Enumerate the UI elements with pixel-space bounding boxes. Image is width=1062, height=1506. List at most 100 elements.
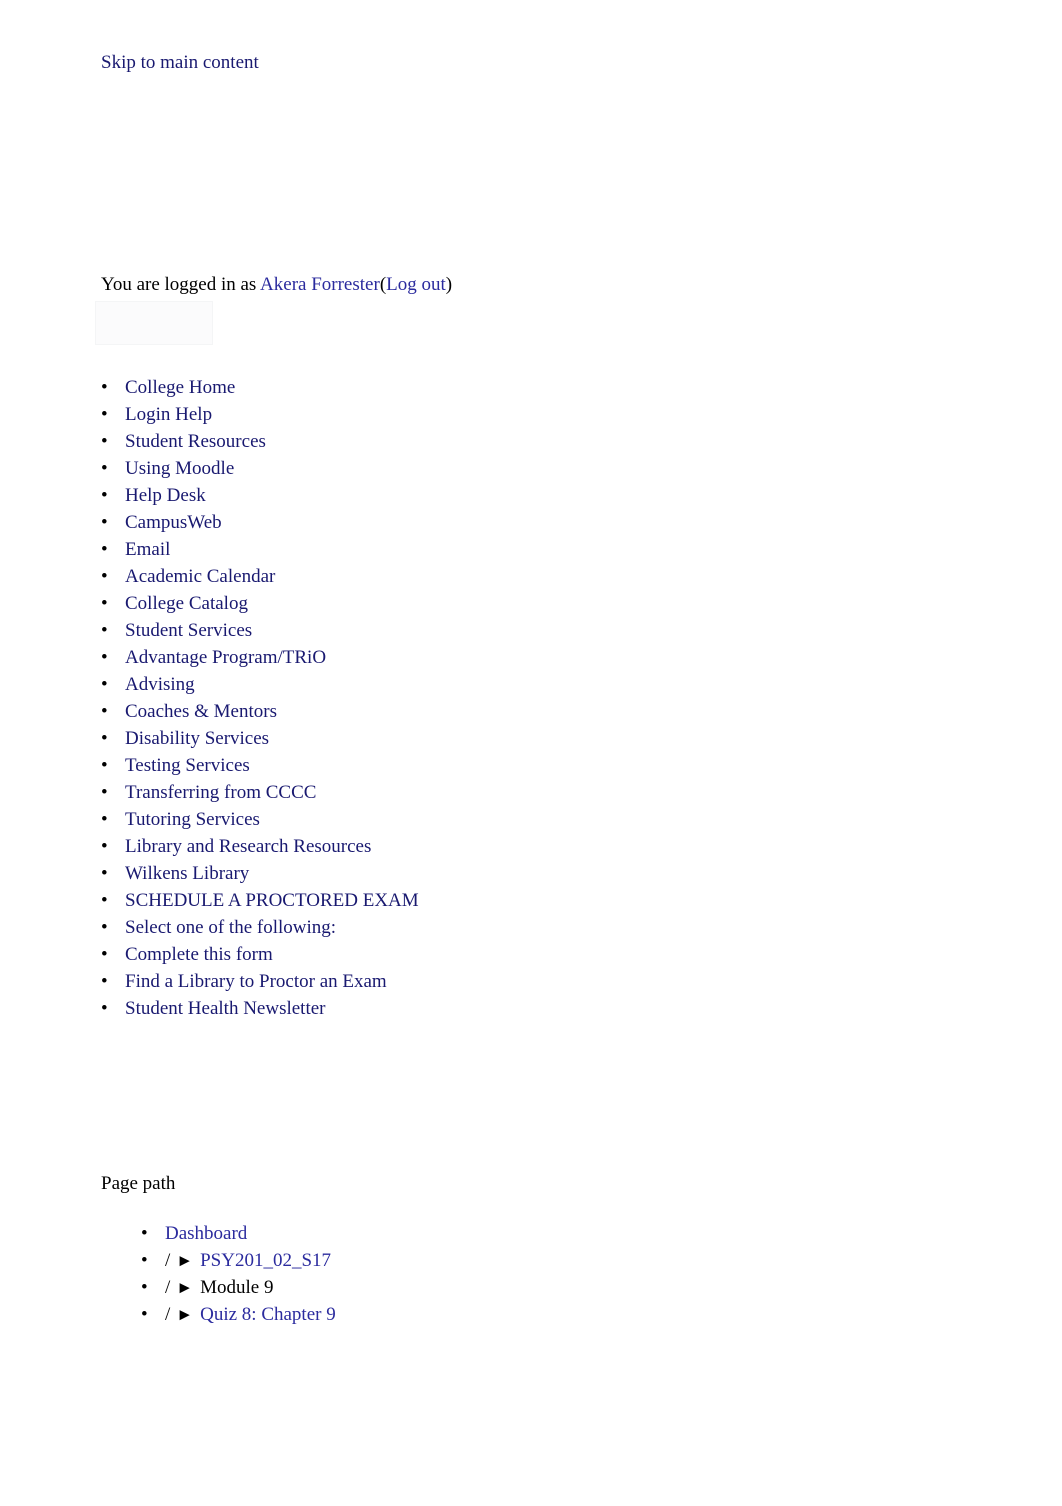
page-root: Skip to main content You are logged in a… bbox=[0, 0, 1062, 1506]
breadcrumb-item: • / ► Quiz 8: Chapter 9 bbox=[141, 1301, 801, 1328]
breadcrumb: • Dashboard • / ► PSY201_02_S17 • / ► Module 9 • / ►… bbox=[101, 1220, 801, 1328]
menu-item-row: • Transferring from CCCC bbox=[101, 779, 961, 806]
user-profile-link[interactable]: Akera Forrester bbox=[260, 274, 380, 295]
bullet-icon: • bbox=[101, 566, 108, 587]
bullet-icon: • bbox=[101, 512, 108, 533]
menu-item-row: • Coaches & Mentors bbox=[101, 698, 961, 725]
menu-item: • Find a Library to Proctor an Exam bbox=[101, 968, 961, 995]
menu-item-link[interactable]: Wilkens Library bbox=[125, 860, 249, 887]
menu-item-row: • Using Moodle bbox=[101, 455, 961, 482]
menu-item-link[interactable]: Coaches & Mentors bbox=[125, 698, 277, 725]
menu-item-link[interactable]: Using Moodle bbox=[125, 455, 234, 482]
menu-item-row: • Email bbox=[101, 536, 961, 563]
skip-to-main-content-link[interactable]: Skip to main content bbox=[101, 50, 259, 76]
menu-item-row: • SCHEDULE A PROCTORED EXAM bbox=[101, 887, 961, 914]
bullet-icon: • bbox=[101, 593, 108, 614]
breadcrumb-link[interactable]: Quiz 8: Chapter 9 bbox=[200, 1301, 336, 1328]
menu-item-link[interactable]: Student Health Newsletter bbox=[125, 995, 326, 1022]
menu-item-link[interactable]: Tutoring Services bbox=[125, 806, 260, 833]
bullet-icon: • bbox=[141, 1223, 148, 1244]
menu-item-row: • Select one of the following: bbox=[101, 914, 961, 941]
page-path-heading: Page path bbox=[101, 1173, 176, 1194]
bullet-icon: • bbox=[101, 917, 108, 938]
menu-item: • Disability Services bbox=[101, 725, 961, 752]
bullet-icon: • bbox=[101, 944, 108, 965]
bullet-icon: • bbox=[101, 890, 108, 911]
menu-item: • Tutoring Services bbox=[101, 806, 961, 833]
menu-item-link[interactable]: College Home bbox=[125, 374, 235, 401]
bullet-icon: • bbox=[101, 863, 108, 884]
custom-menu-sublist: • Advantage Program/TRiO • Advising • Coaches… bbox=[101, 644, 961, 833]
bullet-icon: • bbox=[101, 620, 108, 641]
menu-item-link[interactable]: Help Desk bbox=[125, 482, 206, 509]
bullet-icon: • bbox=[101, 755, 108, 776]
menu-item-link[interactable]: Find a Library to Proctor an Exam bbox=[125, 968, 387, 995]
bullet-icon: • bbox=[141, 1277, 148, 1298]
menu-item-link[interactable]: Library and Research Resources bbox=[125, 833, 371, 860]
bullet-icon: • bbox=[101, 485, 108, 506]
menu-item-link[interactable]: College Catalog bbox=[125, 590, 248, 617]
menu-item-link[interactable]: Student Resources bbox=[125, 428, 266, 455]
menu-item-link[interactable]: Select one of the following: bbox=[125, 914, 336, 941]
site-logo-placeholder bbox=[95, 301, 213, 345]
menu-item-row: • Academic Calendar bbox=[101, 563, 961, 590]
menu-item-row: • Tutoring Services bbox=[101, 806, 961, 833]
menu-item: • Testing Services bbox=[101, 752, 961, 779]
menu-item: • Library and Research Resources • Wilkens … bbox=[101, 833, 961, 887]
menu-item-row: • College Home bbox=[101, 374, 961, 401]
logout-link[interactable]: Log out bbox=[386, 274, 446, 295]
menu-item-link[interactable]: Testing Services bbox=[125, 752, 250, 779]
custom-menu-nav: • College Home • Login Help • Student Resourc… bbox=[101, 374, 961, 1022]
menu-item: • College Catalog bbox=[101, 590, 961, 617]
menu-item-row: • Complete this form bbox=[101, 941, 961, 968]
menu-item-row: • Disability Services bbox=[101, 725, 961, 752]
custom-menu-sublist: • Wilkens Library bbox=[101, 860, 961, 887]
menu-item: • SCHEDULE A PROCTORED EXAM • Select one of… bbox=[101, 887, 961, 995]
bullet-icon: • bbox=[101, 647, 108, 668]
menu-item-link[interactable]: Advantage Program/TRiO bbox=[125, 644, 326, 671]
breadcrumb-current: Module 9 bbox=[200, 1277, 274, 1298]
menu-item: • Help Desk bbox=[101, 482, 961, 509]
menu-item-link[interactable]: Advising bbox=[125, 671, 195, 698]
menu-item: • Using Moodle bbox=[101, 455, 961, 482]
chevron-right-icon: ► bbox=[176, 1251, 194, 1270]
chevron-right-icon: ► bbox=[176, 1305, 194, 1324]
menu-item-link[interactable]: CampusWeb bbox=[125, 509, 222, 536]
bullet-icon: • bbox=[101, 539, 108, 560]
custom-menu-list: • College Home • Login Help • Student Resourc… bbox=[101, 374, 961, 1022]
bullet-icon: • bbox=[101, 809, 108, 830]
menu-item-row: • Advantage Program/TRiO bbox=[101, 644, 961, 671]
menu-item-link[interactable]: Complete this form bbox=[125, 941, 273, 968]
custom-menu-sublist: • Select one of the following: • Complete t… bbox=[101, 914, 961, 995]
menu-item-link[interactable]: Transferring from CCCC bbox=[125, 779, 316, 806]
menu-item-row: • Testing Services bbox=[101, 752, 961, 779]
bullet-icon: • bbox=[101, 404, 108, 425]
breadcrumb-link[interactable]: Dashboard bbox=[165, 1220, 247, 1247]
menu-item-link[interactable]: Login Help bbox=[125, 401, 212, 428]
menu-item-row: • Student Health Newsletter bbox=[101, 995, 961, 1022]
menu-item: • Select one of the following: • Complete t… bbox=[101, 914, 961, 995]
menu-item-link[interactable]: Student Services bbox=[125, 617, 252, 644]
bullet-icon: • bbox=[101, 971, 108, 992]
breadcrumb-separator: / bbox=[165, 1250, 171, 1271]
menu-item-link[interactable]: SCHEDULE A PROCTORED EXAM bbox=[125, 887, 419, 914]
menu-item-row: • Wilkens Library bbox=[101, 860, 961, 887]
menu-item: • Coaches & Mentors bbox=[101, 698, 961, 725]
bullet-icon: • bbox=[101, 782, 108, 803]
breadcrumb-separator: / bbox=[165, 1277, 171, 1298]
bullet-icon: • bbox=[101, 701, 108, 722]
menu-item-link[interactable]: Academic Calendar bbox=[125, 563, 275, 590]
menu-item-row: • College Catalog bbox=[101, 590, 961, 617]
bullet-icon: • bbox=[101, 458, 108, 479]
breadcrumb-item: • Dashboard bbox=[141, 1220, 801, 1247]
menu-item-link[interactable]: Email bbox=[125, 536, 170, 563]
menu-item-link[interactable]: Disability Services bbox=[125, 725, 269, 752]
menu-item: • CampusWeb bbox=[101, 509, 961, 536]
menu-item: • Student Resources • Using Moodle • Help Des… bbox=[101, 428, 961, 617]
breadcrumb-link[interactable]: PSY201_02_S17 bbox=[200, 1247, 331, 1274]
menu-item: • College Home bbox=[101, 374, 961, 401]
custom-menu-sublist: • Complete this form • Find a Library to Pr… bbox=[101, 941, 961, 995]
menu-item-row: • Find a Library to Proctor an Exam bbox=[101, 968, 961, 995]
menu-item: • Advantage Program/TRiO bbox=[101, 644, 961, 671]
bullet-icon: • bbox=[141, 1304, 148, 1325]
